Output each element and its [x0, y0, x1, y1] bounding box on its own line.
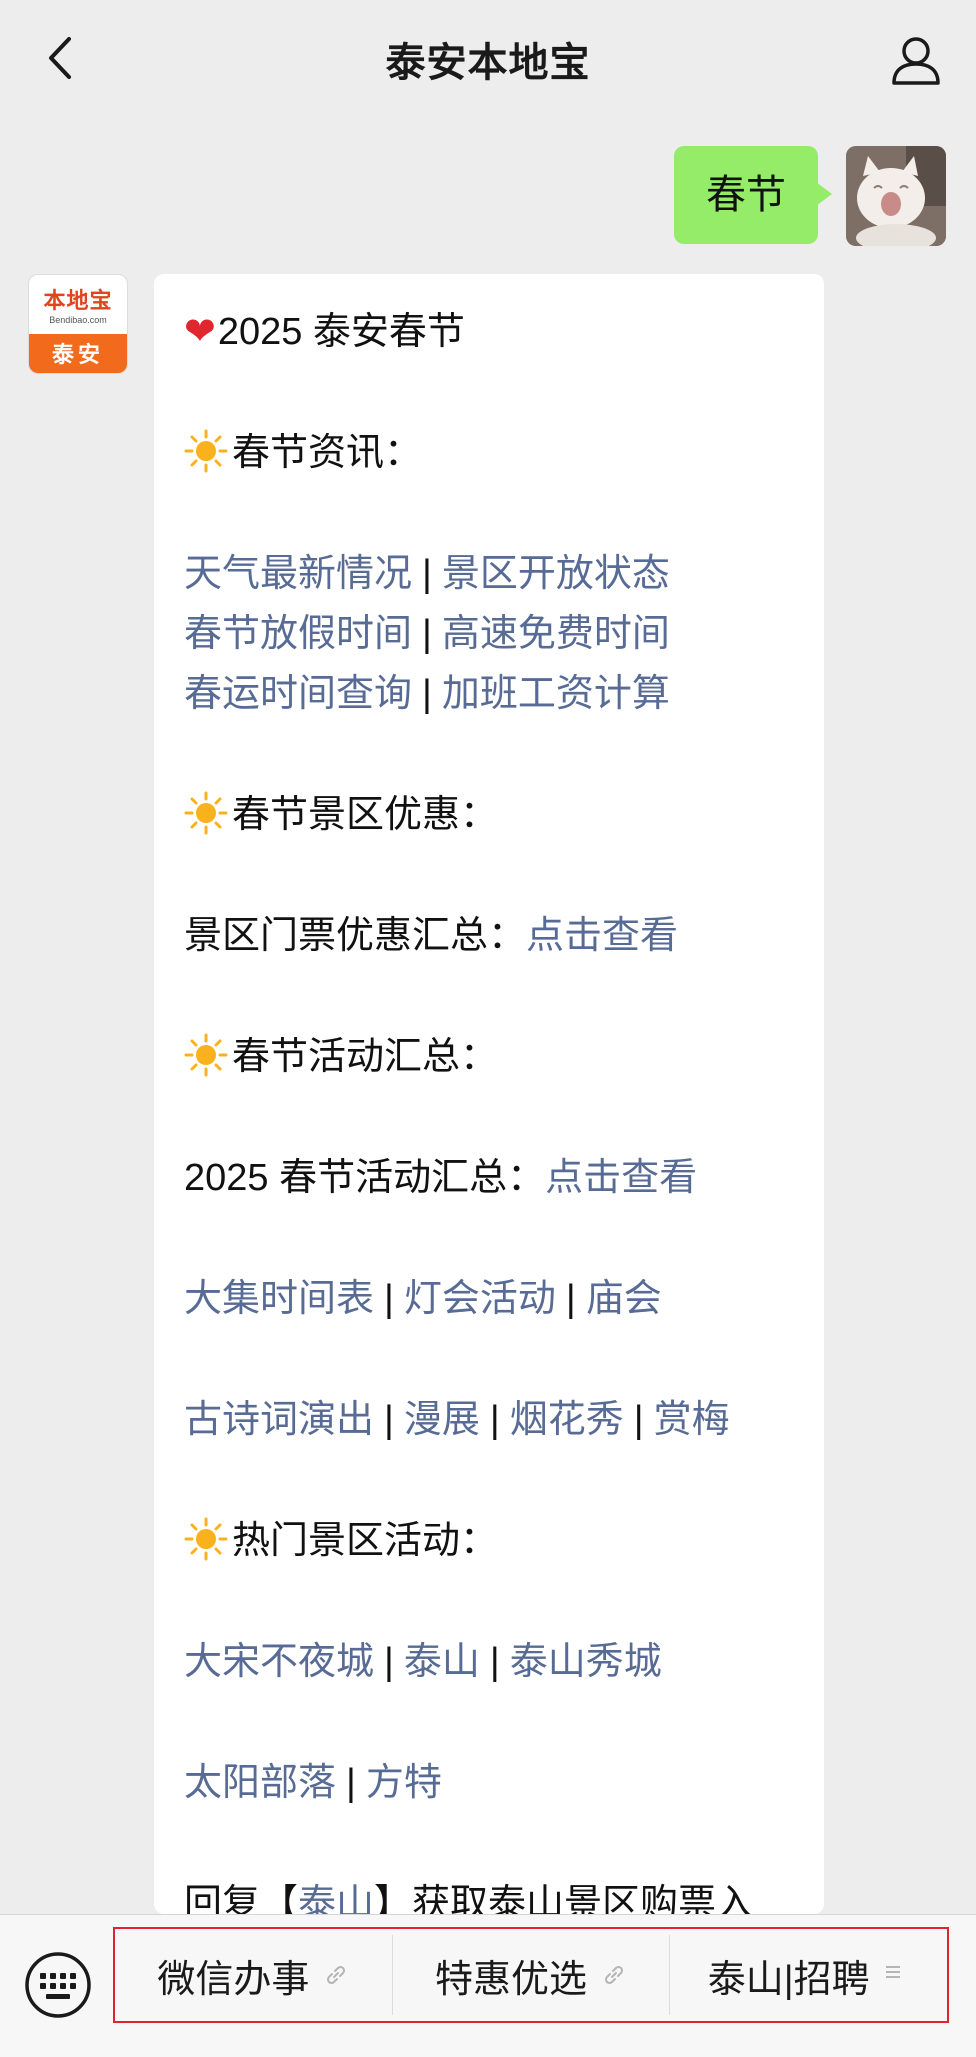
section-heading-news: 春节资讯：	[184, 423, 794, 483]
menu-item-wechat-services[interactable]: 微信办事	[115, 1935, 392, 2015]
link-comic-expo[interactable]: 漫展	[404, 1399, 480, 1441]
keyboard-toggle-button[interactable]	[24, 1951, 92, 2019]
link-weather[interactable]: 天气最新情况	[184, 553, 412, 595]
link-highway-free[interactable]: 高速免费时间	[442, 613, 670, 655]
avatar-url-text: Bendibao.com	[49, 315, 107, 326]
events-row: 大集时间表 | 灯会活动 | 庙会	[184, 1278, 662, 1320]
link-mount-tai[interactable]: 泰山	[404, 1641, 480, 1683]
link-market-schedule[interactable]: 大集时间表	[184, 1278, 374, 1320]
link-poetry-show[interactable]: 古诗词演出	[184, 1399, 374, 1441]
link-fireworks[interactable]: 烟花秀	[510, 1399, 624, 1441]
events-row: 古诗词演出 | 漫展 | 烟花秀 | 赏梅	[184, 1399, 730, 1441]
link-overtime-pay[interactable]: 加班工资计算	[442, 673, 670, 715]
hot-row: 太阳部落 | 方特	[184, 1762, 442, 1804]
reply-keyword-link[interactable]: 泰山	[298, 1883, 374, 1914]
reply-hint-line: 回复【泰山】获取泰山景区购票入	[184, 1874, 794, 1914]
section-heading-events: 春节活动汇总：	[184, 1027, 794, 1087]
link-discounts-view[interactable]: 点击查看	[526, 915, 678, 957]
official-account-avatar[interactable]: 本地宝 Bendibao.com 泰安	[28, 274, 128, 374]
link-icon	[323, 1962, 349, 1988]
link-events-view[interactable]: 点击查看	[545, 1157, 697, 1199]
sun-icon	[184, 1517, 228, 1561]
outgoing-message: 春节	[674, 146, 946, 246]
link-taishan-show-city[interactable]: 泰山秀城	[510, 1641, 662, 1683]
hot-row: 大宋不夜城 | 泰山 | 泰山秀城	[184, 1641, 662, 1683]
discounts-line: 景区门票优惠汇总：点击查看	[184, 915, 679, 957]
menu-item-special-deals[interactable]: 特惠优选	[391, 1935, 670, 2015]
link-sun-tribe[interactable]: 太阳部落	[184, 1762, 336, 1804]
link-icon	[601, 1962, 627, 1988]
person-icon	[892, 37, 940, 85]
link-temple-fair[interactable]: 庙会	[586, 1278, 662, 1320]
chat-header: 泰安本地宝	[0, 0, 976, 118]
sun-icon	[184, 1033, 228, 1077]
custom-menu: 微信办事 特惠优选 泰山|招聘	[113, 1927, 949, 2023]
chevron-left-icon	[49, 37, 71, 79]
link-chunyun-query[interactable]: 春运时间查询	[184, 673, 412, 715]
link-scenic-status[interactable]: 景区开放状态	[442, 553, 670, 595]
chat-title: 泰安本地宝	[385, 41, 591, 85]
keyboard-icon	[25, 1952, 91, 2018]
section-heading-hot: 热门景区活动：	[184, 1511, 794, 1571]
avatar-brand-text: 本地宝	[43, 288, 113, 314]
link-song-dynasty-city[interactable]: 大宋不夜城	[184, 1641, 374, 1683]
news-row: 春运时间查询 | 加班工资计算	[184, 673, 670, 715]
message-title-line: ❤2025 泰安春节	[184, 302, 794, 362]
cat-avatar-image	[846, 146, 946, 246]
back-button[interactable]	[30, 28, 90, 88]
sun-icon	[184, 791, 228, 835]
menu-item-taishan-jobs[interactable]: 泰山|招聘	[669, 1935, 947, 2015]
link-lantern-show[interactable]: 灯会活动	[404, 1278, 556, 1320]
incoming-message-bubble: ❤2025 泰安春节 春节资讯： 天气最新情况 | 景区开放状态 春节放假时间 | 高速…	[154, 274, 824, 1914]
submenu-lines-icon	[884, 1962, 910, 1988]
message-title: 2025 泰安春节	[217, 311, 465, 353]
link-plum-viewing[interactable]: 赏梅	[654, 1399, 730, 1441]
heart-icon: ❤	[184, 311, 216, 353]
section-heading-discounts: 春节景区优惠：	[184, 785, 794, 845]
events-line: 2025 春节活动汇总：点击查看	[184, 1157, 698, 1199]
news-row: 春节放假时间 | 高速免费时间	[184, 613, 670, 655]
news-row: 天气最新情况 | 景区开放状态	[184, 553, 670, 595]
sun-icon	[184, 429, 228, 473]
user-avatar[interactable]	[846, 146, 946, 246]
link-holiday-schedule[interactable]: 春节放假时间	[184, 613, 412, 655]
profile-button[interactable]	[884, 28, 948, 92]
bottom-menu-bar: 微信办事 特惠优选 泰山|招聘	[0, 1914, 976, 2057]
outgoing-bubble[interactable]: 春节	[674, 146, 832, 244]
link-fantawild[interactable]: 方特	[366, 1762, 442, 1804]
avatar-city-text: 泰安	[29, 333, 127, 373]
